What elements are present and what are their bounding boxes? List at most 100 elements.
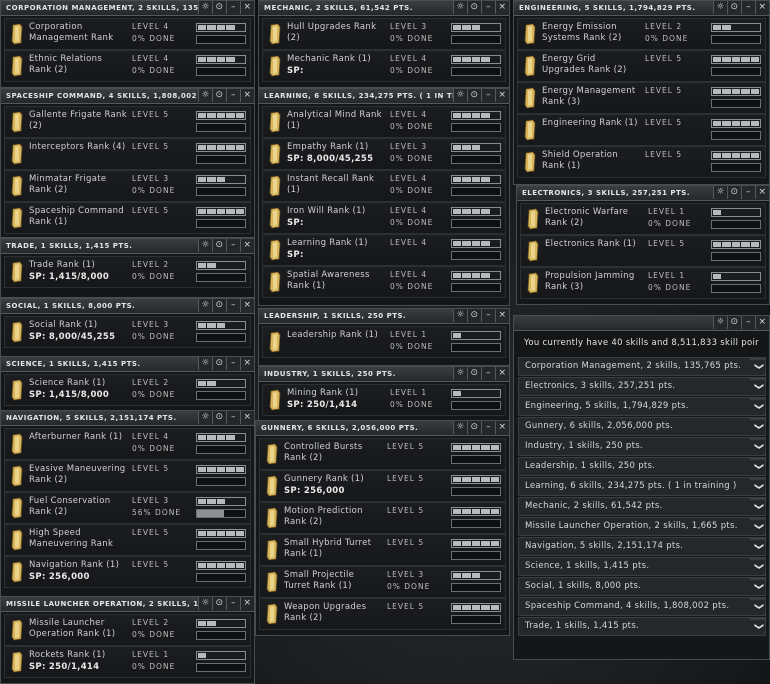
chevron-down-icon[interactable]: ❯ xyxy=(749,578,766,594)
close-button[interactable]: × xyxy=(755,186,769,199)
summary-group-row[interactable]: Industry, 1 skills, 250 pts. ❯ xyxy=(518,437,766,456)
skill-row[interactable]: Leadership Rank (1) LEVEL 1 0% DONE xyxy=(262,326,506,358)
skill-row[interactable]: Minmatar Frigate Rank (2) LEVEL 3 0% DONE xyxy=(4,170,251,202)
pin-icon[interactable]: ⊙ xyxy=(212,357,226,370)
settings-icon[interactable]: ☼ xyxy=(453,367,467,380)
window-titlebar[interactable]: GUNNERY, 6 SKILLS, 2,056,000 PTS. ☼ ⊙ – × xyxy=(256,421,509,436)
skill-row[interactable]: Ethnic Relations Rank (2) LEVEL 4 0% DONE xyxy=(4,50,251,82)
close-button[interactable]: × xyxy=(495,89,509,102)
minimize-button[interactable]: – xyxy=(481,1,495,14)
close-button[interactable]: × xyxy=(495,1,509,14)
pin-icon[interactable]: ⊙ xyxy=(727,1,741,14)
pin-icon[interactable]: ⊙ xyxy=(212,597,226,610)
skill-row[interactable]: Energy Emission Systems Rank (2) LEVEL 2 0… xyxy=(517,18,766,50)
pin-icon[interactable]: ⊙ xyxy=(212,89,226,102)
skill-row[interactable]: Rockets Rank (1) SP: 250/1,414 LEVEL 1 0% D… xyxy=(4,646,251,678)
settings-icon[interactable]: ☼ xyxy=(198,239,212,252)
skill-row[interactable]: Small Hybrid Turret Rank (1) LEVEL 5 xyxy=(259,534,506,566)
summary-group-row[interactable]: Gunnery, 6 skills, 2,056,000 pts. ❯ xyxy=(518,417,766,436)
skill-row[interactable]: Controlled Bursts Rank (2) LEVEL 5 xyxy=(259,438,506,470)
chevron-down-icon[interactable]: ❯ xyxy=(749,358,766,374)
chevron-down-icon[interactable]: ❯ xyxy=(749,378,766,394)
chevron-down-icon[interactable]: ❯ xyxy=(749,598,766,614)
pin-icon[interactable]: ⊙ xyxy=(467,89,481,102)
chevron-down-icon[interactable]: ❯ xyxy=(749,418,766,434)
summary-group-row[interactable]: Science, 1 skills, 1,415 pts. ❯ xyxy=(518,557,766,576)
chevron-down-icon[interactable]: ❯ xyxy=(749,438,766,454)
settings-icon[interactable]: ☼ xyxy=(198,357,212,370)
skill-row[interactable]: Interceptors Rank (4) LEVEL 5 xyxy=(4,138,251,170)
minimize-button[interactable]: – xyxy=(226,239,240,252)
minimize-button[interactable]: – xyxy=(226,89,240,102)
close-button[interactable]: × xyxy=(495,309,509,322)
summary-group-row[interactable]: Missile Launcher Operation, 2 skills, 1,… xyxy=(518,517,766,536)
close-button[interactable]: × xyxy=(240,357,254,370)
summary-group-row[interactable]: Spaceship Command, 4 skills, 1,808,002 p… xyxy=(518,597,766,616)
settings-icon[interactable]: ☼ xyxy=(453,1,467,14)
close-button[interactable]: × xyxy=(240,411,254,424)
window-titlebar[interactable]: SOCIAL, 1 SKILLS, 8,000 PTS. ☼ ⊙ – × xyxy=(1,299,254,314)
skill-row[interactable]: Small Projectile Turret Rank (1) LEVEL 3 0… xyxy=(259,566,506,598)
chevron-down-icon[interactable]: ❯ xyxy=(749,478,766,494)
close-button[interactable]: × xyxy=(755,1,769,14)
summary-group-row[interactable]: Electronics, 3 skills, 257,251 pts. ❯ xyxy=(518,377,766,396)
pin-icon[interactable]: ⊙ xyxy=(467,1,481,14)
skill-row[interactable]: Weapon Upgrades Rank (2) LEVEL 5 xyxy=(259,598,506,630)
pin-icon[interactable]: ⊙ xyxy=(212,299,226,312)
close-button[interactable]: × xyxy=(240,299,254,312)
window-titlebar[interactable]: SCIENCE, 1 SKILLS, 1,415 PTS. ☼ ⊙ – × xyxy=(1,357,254,372)
close-button[interactable]: × xyxy=(755,316,769,329)
minimize-button[interactable]: – xyxy=(226,597,240,610)
settings-icon[interactable]: ☼ xyxy=(198,411,212,424)
pin-icon[interactable]: ⊙ xyxy=(467,367,481,380)
minimize-button[interactable]: – xyxy=(481,421,495,434)
chevron-down-icon[interactable]: ❯ xyxy=(749,538,766,554)
minimize-button[interactable]: – xyxy=(226,411,240,424)
summary-group-row[interactable]: Leadership, 1 skills, 250 pts. ❯ xyxy=(518,457,766,476)
skill-row[interactable]: Mechanic Rank (1) SP: LEVEL 4 0% DONE xyxy=(262,50,506,82)
pin-icon[interactable]: ⊙ xyxy=(467,421,481,434)
pin-icon[interactable]: ⊙ xyxy=(212,239,226,252)
chevron-down-icon[interactable]: ❯ xyxy=(749,558,766,574)
skill-row[interactable]: Spatial Awareness Rank (1) LEVEL 4 0% DONE xyxy=(262,266,506,298)
skill-row[interactable]: Shield Operation Rank (1) LEVEL 5 xyxy=(517,146,766,178)
pin-icon[interactable]: ⊙ xyxy=(727,186,741,199)
summary-group-row[interactable]: Social, 1 skills, 8,000 pts. ❯ xyxy=(518,577,766,596)
skill-row[interactable]: Fuel Conservation Rank (2) LEVEL 3 56% DON… xyxy=(4,492,251,524)
close-button[interactable]: × xyxy=(240,597,254,610)
minimize-button[interactable]: – xyxy=(226,299,240,312)
skill-row[interactable]: Learning Rank (1) SP: LEVEL 4 xyxy=(262,234,506,266)
summary-group-row[interactable]: Corporation Management, 2 skills, 135,76… xyxy=(518,357,766,376)
close-button[interactable]: × xyxy=(495,367,509,380)
settings-icon[interactable]: ☼ xyxy=(713,1,727,14)
minimize-button[interactable]: – xyxy=(226,357,240,370)
settings-icon[interactable]: ☼ xyxy=(713,316,727,329)
close-button[interactable]: × xyxy=(240,239,254,252)
skill-row[interactable]: Hull Upgrades Rank (2) LEVEL 3 0% DONE xyxy=(262,18,506,50)
window-titlebar[interactable]: LEARNING, 6 SKILLS, 234,275 PTS. ( 1 IN … xyxy=(259,89,509,104)
settings-icon[interactable]: ☼ xyxy=(453,89,467,102)
minimize-button[interactable]: – xyxy=(481,89,495,102)
skill-row[interactable]: Electronic Warfare Rank (2) LEVEL 1 0% DON… xyxy=(520,203,766,235)
chevron-down-icon[interactable]: ❯ xyxy=(749,398,766,414)
window-titlebar[interactable]: MISSILE LAUNCHER OPERATION, 2 SKILLS, 1,… xyxy=(1,597,254,612)
minimize-button[interactable]: – xyxy=(481,309,495,322)
skill-row[interactable]: Energy Management Rank (3) LEVEL 5 xyxy=(517,82,766,114)
close-button[interactable]: × xyxy=(240,89,254,102)
minimize-button[interactable]: – xyxy=(481,367,495,380)
skill-row[interactable]: Engineering Rank (1) LEVEL 5 xyxy=(517,114,766,146)
skill-row[interactable]: Mining Rank (1) SP: 250/1,414 LEVEL 1 0% DO… xyxy=(262,384,506,416)
chevron-down-icon[interactable]: ❯ xyxy=(749,518,766,534)
chevron-down-icon[interactable]: ❯ xyxy=(749,498,766,514)
window-titlebar[interactable]: MECHANIC, 2 SKILLS, 61,542 PTS. ☼ ⊙ – × xyxy=(259,1,509,16)
summary-group-row[interactable]: Engineering, 5 skills, 1,794,829 pts. ❯ xyxy=(518,397,766,416)
skill-row[interactable]: Navigation Rank (1) SP: 256,000 LEVEL 5 xyxy=(4,556,251,588)
settings-icon[interactable]: ☼ xyxy=(453,421,467,434)
skill-row[interactable]: Propulsion Jamming Rank (3) LEVEL 1 0% DON… xyxy=(520,267,766,299)
window-titlebar[interactable]: ELECTRONICS, 3 SKILLS, 257,251 PTS. ☼ ⊙ – × xyxy=(517,186,769,201)
minimize-button[interactable]: – xyxy=(226,1,240,14)
summary-group-row[interactable]: Mechanic, 2 skills, 61,542 pts. ❯ xyxy=(518,497,766,516)
skill-row[interactable]: Gunnery Rank (1) SP: 256,000 LEVEL 5 xyxy=(259,470,506,502)
minimize-button[interactable]: – xyxy=(741,316,755,329)
settings-icon[interactable]: ☼ xyxy=(198,89,212,102)
